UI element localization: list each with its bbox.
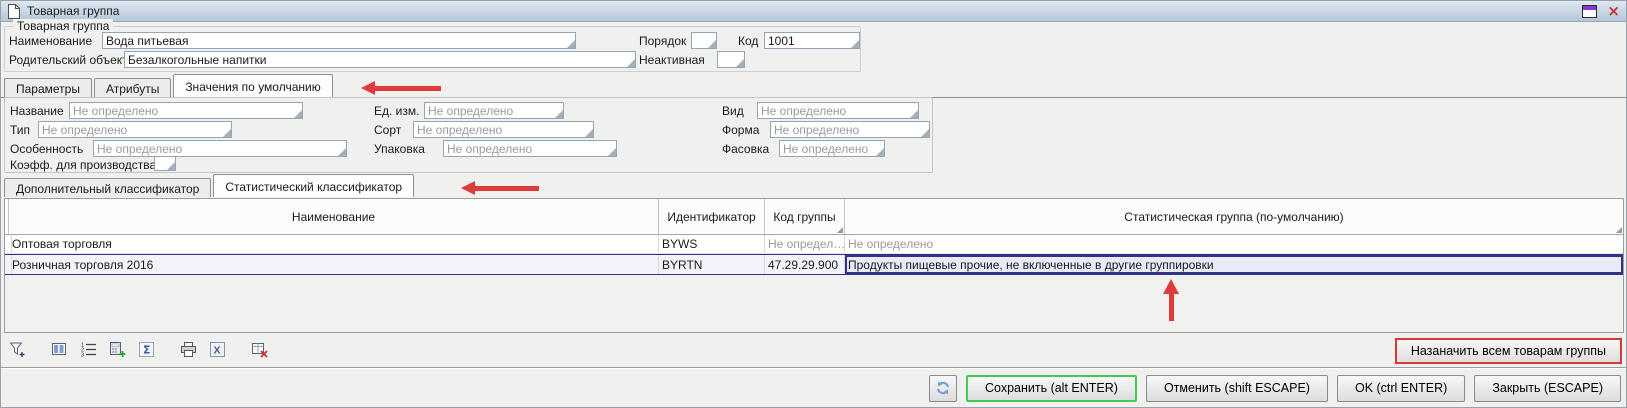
filter-add-icon[interactable] bbox=[6, 339, 28, 359]
columns-icon[interactable] bbox=[48, 339, 70, 359]
inactive-checkbox[interactable] bbox=[717, 51, 745, 68]
defaults-panel: Название Ед. изм. Вид Тип Сорт Форма Осо… bbox=[4, 97, 933, 173]
save-button[interactable]: Сохранить (alt ENTER) bbox=[966, 375, 1137, 402]
numbered-list-icon[interactable]: 123 bbox=[77, 339, 99, 359]
code-label: Код bbox=[738, 34, 758, 48]
annotation-arrow-defaults-tab bbox=[361, 81, 441, 95]
table-header: Наименование Идентификатор Код группы Ст… bbox=[5, 199, 1623, 235]
table-row-selected[interactable]: Розничная торговля 2016 BYRTN 47.29.29.9… bbox=[5, 254, 1623, 275]
type-field[interactable] bbox=[39, 122, 231, 137]
code-input[interactable] bbox=[765, 33, 859, 48]
cell-name[interactable]: Оптовая торговля bbox=[9, 235, 659, 253]
code-input-wrap bbox=[764, 32, 860, 49]
sort-field-label: Сорт bbox=[374, 123, 401, 137]
close-button[interactable]: Закрыть (ESCAPE) bbox=[1474, 375, 1621, 402]
name-input[interactable] bbox=[103, 33, 575, 48]
svg-text:Σ: Σ bbox=[143, 343, 151, 356]
excel-export-icon[interactable]: X bbox=[206, 339, 228, 359]
kind-field-wrap bbox=[757, 102, 919, 119]
parent-label: Родительский объект bbox=[9, 53, 128, 67]
feature-field[interactable] bbox=[94, 141, 346, 156]
cell-identifier[interactable]: BYWS bbox=[659, 235, 765, 253]
cell-identifier[interactable]: BYRTN bbox=[659, 255, 765, 274]
cell-group-code[interactable]: 47.29.29.900 bbox=[765, 255, 845, 274]
window-titlebar: Товарная группа × bbox=[1, 1, 1626, 22]
svg-text:3: 3 bbox=[81, 352, 84, 358]
coeff-field-label: Коэфф. для производства bbox=[10, 158, 156, 172]
type-field-wrap bbox=[38, 121, 232, 138]
document-icon bbox=[7, 4, 21, 19]
cell-name[interactable]: Розничная торговля 2016 bbox=[9, 255, 659, 274]
svg-text:X: X bbox=[213, 344, 220, 356]
product-group-dialog: Товарная группа × Товарная группа Наимен… bbox=[0, 0, 1627, 408]
product-group-box: Товарная группа Наименование Порядок Код… bbox=[4, 26, 861, 72]
unit-field-label: Ед. изм. bbox=[374, 104, 419, 118]
maximize-button[interactable] bbox=[1582, 5, 1597, 18]
cell-statistical-group[interactable]: Не определено bbox=[845, 235, 1623, 253]
order-input-wrap bbox=[691, 32, 717, 49]
classifier-table: Наименование Идентификатор Код группы Ст… bbox=[4, 198, 1624, 333]
package-field-wrap bbox=[443, 140, 617, 157]
packing-field-label: Фасовка bbox=[722, 142, 769, 156]
tab-additional-classifier[interactable]: Дополнительный классификатор bbox=[4, 178, 211, 197]
kind-field[interactable] bbox=[758, 103, 918, 118]
cell-group-code[interactable]: Не определ… bbox=[765, 235, 845, 253]
header-group-code[interactable]: Код группы bbox=[765, 199, 845, 234]
classifier-tabstrip: Дополнительный классификатор Статистичес… bbox=[4, 175, 416, 197]
footer-bar: Сохранить (alt ENTER) Отменить (shift ES… bbox=[1, 369, 1627, 407]
table-toolbar: 123 Σ X bbox=[6, 339, 270, 359]
tab-statistical-classifier[interactable]: Статистический классификатор bbox=[213, 174, 414, 197]
form-field[interactable] bbox=[771, 122, 929, 137]
table-row[interactable]: Оптовая торговля BYWS Не определ… Не опр… bbox=[5, 235, 1623, 254]
header-statistical-group[interactable]: Статистическая группа (по-умолчанию) bbox=[845, 199, 1623, 234]
tab-attributes[interactable]: Атрибуты bbox=[94, 78, 171, 97]
parent-input[interactable] bbox=[125, 52, 635, 67]
name-input-wrap bbox=[102, 32, 576, 49]
cell-statistical-group[interactable]: Продукты пищевые прочие, не включенные в… bbox=[845, 255, 1623, 274]
header-name[interactable]: Наименование bbox=[9, 199, 659, 234]
sort-field[interactable] bbox=[414, 122, 593, 137]
name-label: Наименование bbox=[9, 34, 92, 48]
sort-field-wrap bbox=[413, 121, 594, 138]
sum-icon[interactable]: Σ bbox=[135, 339, 157, 359]
title-field-label: Название bbox=[10, 104, 64, 118]
annotation-arrow-statistical-tab bbox=[461, 181, 539, 195]
package-field-label: Упаковка bbox=[374, 142, 425, 156]
cancel-button[interactable]: Отменить (shift ESCAPE) bbox=[1146, 375, 1328, 402]
unit-field-wrap bbox=[424, 102, 564, 119]
group-box-legend: Товарная группа bbox=[13, 19, 113, 33]
order-input[interactable] bbox=[692, 33, 716, 48]
feature-field-label: Особенность bbox=[10, 142, 83, 156]
main-tabstrip: Параметры Атрибуты Значения по умолчанию bbox=[4, 75, 335, 97]
form-field-wrap bbox=[770, 121, 930, 138]
close-icon[interactable]: × bbox=[1607, 5, 1620, 18]
type-field-label: Тип bbox=[10, 123, 30, 137]
window-title: Товарная группа bbox=[27, 4, 119, 18]
title-field[interactable] bbox=[70, 103, 302, 118]
tab-defaults[interactable]: Значения по умолчанию bbox=[173, 74, 332, 97]
refresh-icon bbox=[935, 380, 951, 396]
ok-button[interactable]: OK (ctrl ENTER) bbox=[1337, 375, 1465, 402]
inactive-label: Неактивная bbox=[639, 53, 705, 67]
parent-input-wrap bbox=[124, 51, 636, 68]
print-icon[interactable] bbox=[177, 339, 199, 359]
title-field-wrap bbox=[69, 102, 303, 119]
assign-all-products-button[interactable]: Назаначить всем товарам группы bbox=[1395, 338, 1622, 364]
annotation-arrow-selected-row bbox=[1163, 279, 1179, 321]
form-field-label: Форма bbox=[722, 123, 759, 137]
feature-field-wrap bbox=[93, 140, 347, 157]
order-label: Порядок bbox=[639, 34, 686, 48]
packing-field[interactable] bbox=[780, 141, 884, 156]
calculator-add-icon[interactable] bbox=[106, 339, 128, 359]
table-clear-icon[interactable] bbox=[248, 339, 270, 359]
refresh-button[interactable] bbox=[929, 375, 957, 402]
package-field[interactable] bbox=[444, 141, 616, 156]
packing-field-wrap bbox=[779, 140, 885, 157]
coeff-field[interactable] bbox=[154, 156, 176, 171]
tab-parameters[interactable]: Параметры bbox=[4, 78, 92, 97]
unit-field[interactable] bbox=[425, 103, 563, 118]
kind-field-label: Вид bbox=[722, 104, 744, 118]
header-identifier[interactable]: Идентификатор bbox=[659, 199, 765, 234]
